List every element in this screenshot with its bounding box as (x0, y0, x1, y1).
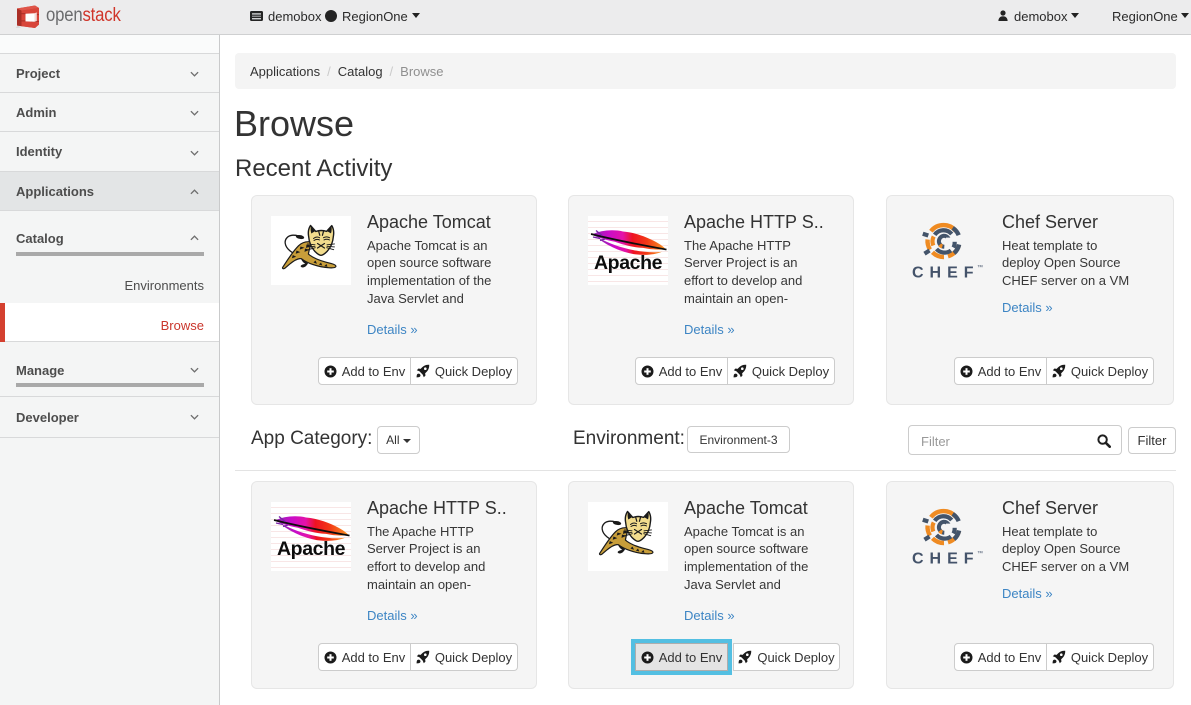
svg-text:CHEF: CHEF (912, 551, 980, 568)
svg-text:CHEF: CHEF (912, 265, 980, 282)
svg-text:Apache: Apache (594, 252, 663, 274)
svg-text:Apache: Apache (277, 538, 346, 560)
svg-text:™: ™ (977, 550, 983, 557)
svg-text:™: ™ (977, 264, 983, 271)
